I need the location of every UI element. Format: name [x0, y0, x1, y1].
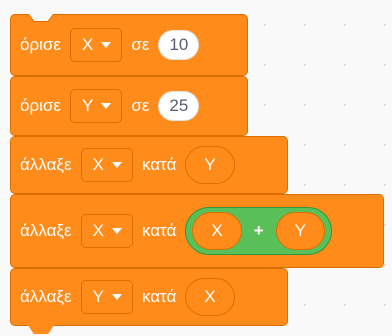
variable-dropdown[interactable]: Y	[69, 89, 123, 123]
variable-reporter[interactable]: Y	[275, 212, 325, 250]
plus-sign: +	[253, 221, 264, 240]
block-preposition: κατά	[141, 287, 177, 306]
change-x-by-y-block[interactable]: άλλαξε X κατά Y	[10, 136, 288, 194]
variable-name: Y	[92, 287, 104, 306]
variable-name: X	[81, 35, 94, 54]
block-verb: άλλαξε	[20, 287, 72, 306]
addition-operator[interactable]: X + Y	[185, 207, 332, 255]
set-x-block[interactable]: όρισε X σε 10	[10, 14, 248, 76]
block-verb: άλλαξε	[20, 221, 72, 240]
variable-dropdown[interactable]: X	[80, 148, 133, 182]
variable-name: X	[92, 155, 104, 174]
value-input[interactable]: 25	[158, 91, 200, 121]
variable-dropdown[interactable]: X	[69, 28, 123, 62]
variable-reporter[interactable]: Y	[185, 146, 235, 184]
variable-reporter[interactable]: X	[192, 212, 242, 250]
variable-reporter[interactable]: X	[185, 278, 235, 316]
block-preposition: κατά	[141, 155, 177, 174]
set-y-block[interactable]: όρισε Y σε 25	[10, 76, 248, 136]
variable-name: Y	[81, 96, 94, 115]
caret-down-icon	[111, 294, 122, 300]
caret-down-icon	[101, 42, 112, 48]
block-verb: όρισε	[20, 96, 61, 115]
block-notch	[28, 14, 54, 22]
caret-down-icon	[101, 103, 112, 109]
caret-down-icon	[111, 162, 122, 168]
block-preposition: σε	[131, 35, 150, 54]
caret-down-icon	[111, 228, 122, 234]
variable-dropdown[interactable]: Y	[80, 280, 133, 314]
variable-name: X	[92, 221, 104, 240]
block-preposition: κατά	[141, 221, 177, 240]
value-input[interactable]: 10	[158, 30, 200, 60]
block-verb: άλλαξε	[20, 155, 72, 174]
change-x-by-sum-block[interactable]: άλλαξε X κατά X + Y	[10, 194, 384, 268]
block-tab	[28, 325, 54, 334]
change-y-by-x-block[interactable]: άλλαξε Y κατά X	[10, 268, 288, 334]
variable-dropdown[interactable]: X	[80, 214, 133, 248]
block-preposition: σε	[131, 96, 150, 115]
block-verb: όρισε	[20, 35, 61, 54]
